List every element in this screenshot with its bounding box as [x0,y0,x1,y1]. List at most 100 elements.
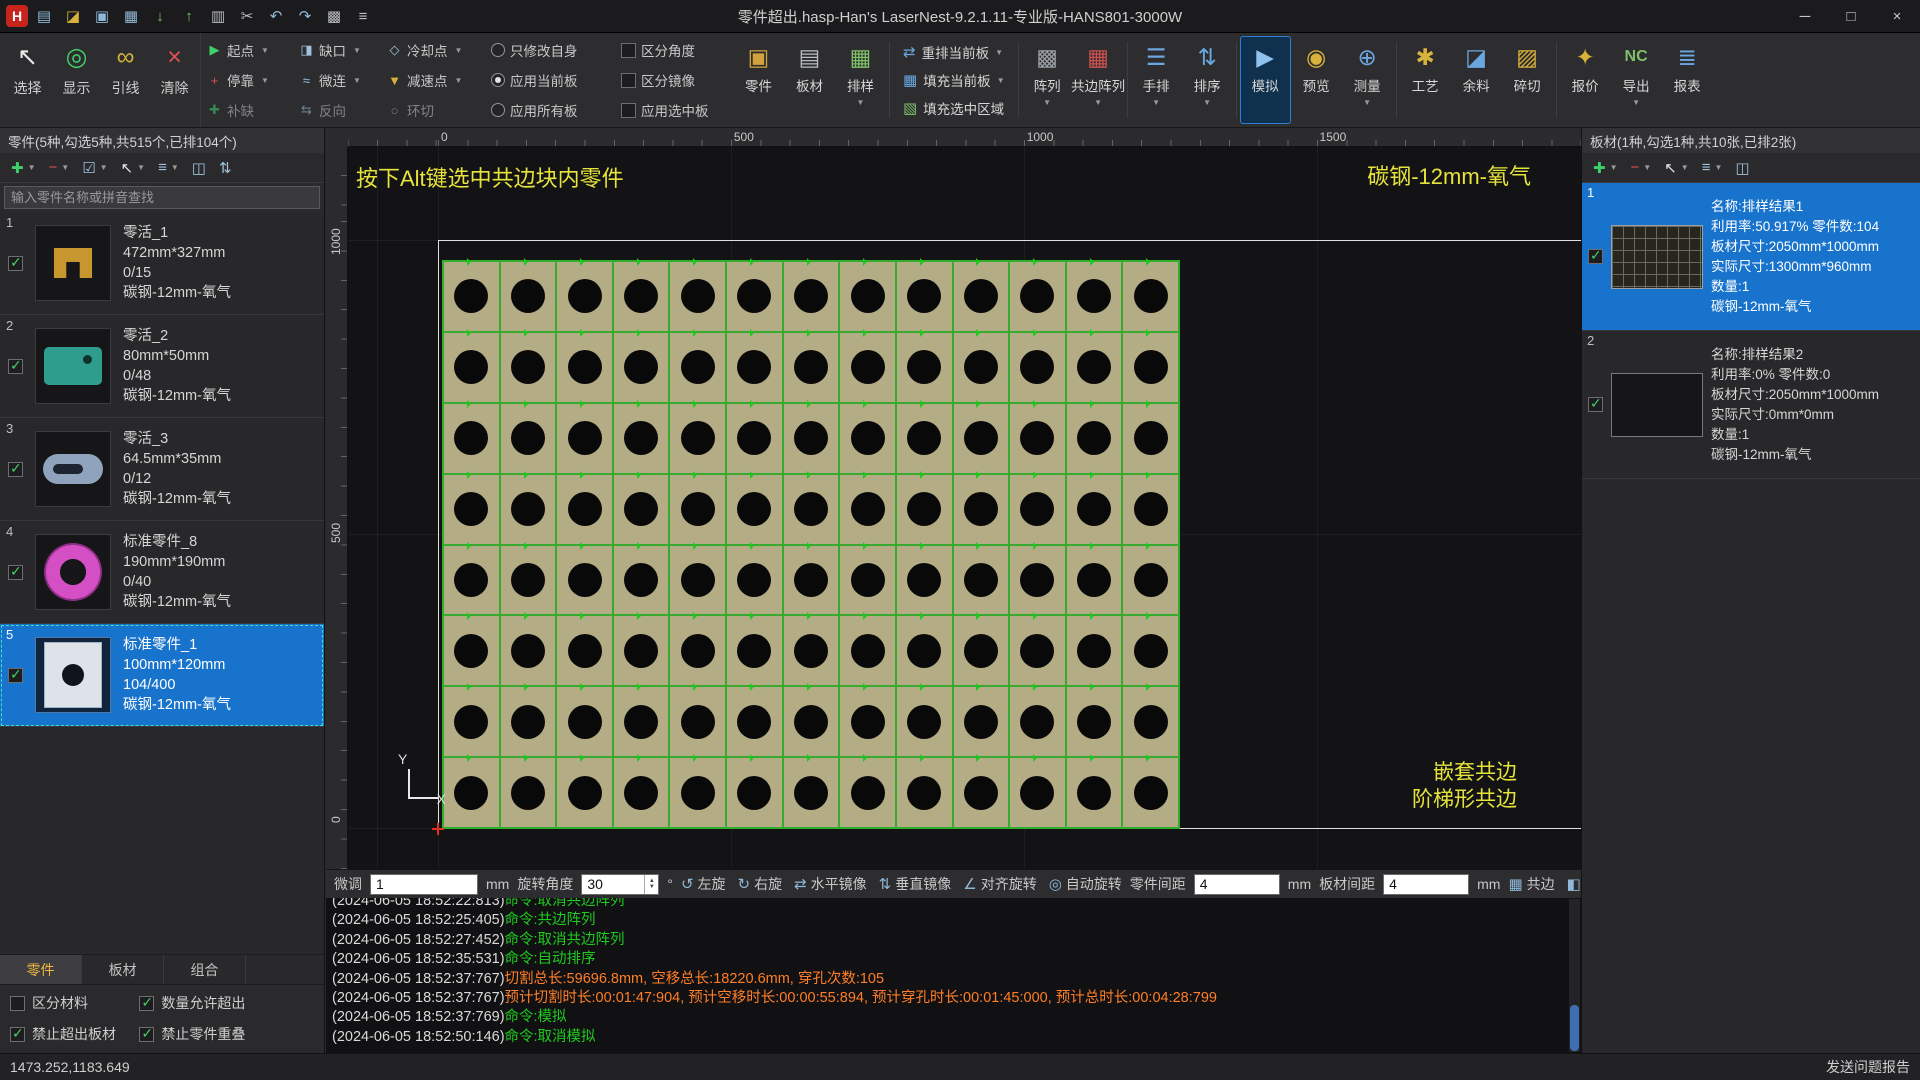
nested-part[interactable] [726,757,783,828]
nested-part[interactable] [613,474,670,545]
nested-part[interactable] [613,686,670,757]
apply-current-sheet-radio[interactable] [491,73,505,87]
save-all-icon[interactable]: ▦ [118,4,144,28]
nested-part[interactable] [613,545,670,616]
nested-part[interactable] [669,545,726,616]
allow-exceed-quantity-checkbox[interactable] [139,996,154,1011]
remnant-button[interactable]: ◪余料 [1451,36,1502,124]
nested-part[interactable] [500,474,557,545]
mirror-horizontal-button[interactable]: ⇄水平镜像 [794,874,867,894]
part-list-item[interactable]: 4标准零件_8190mm*190mm0/40碳钢-12mm-氧气 [0,521,324,624]
nested-part[interactable] [783,403,840,474]
part-list-item[interactable]: 2零活_280mm*50mm0/48碳钢-12mm-氧气 [0,315,324,418]
nested-part[interactable] [953,403,1010,474]
nested-part[interactable] [896,261,953,332]
auto-rotate-button[interactable]: ◎自动旋转 [1049,874,1122,894]
sheet-list-item[interactable]: 1名称:排样结果1利用率:50.917% 零件数:104板材尺寸:2050mm*… [1582,183,1920,331]
nested-part[interactable] [556,403,613,474]
log-scrollbar[interactable] [1569,899,1580,1052]
nested-part[interactable] [669,686,726,757]
nested-part[interactable] [839,474,896,545]
sheets-list[interactable]: 1名称:排样结果1利用率:50.917% 零件数:104板材尺寸:2050mm*… [1582,183,1920,1053]
nested-part[interactable] [613,332,670,403]
nested-part[interactable] [500,332,557,403]
log-scrollbar-thumb[interactable] [1570,1005,1579,1051]
option-distinguish-material[interactable]: 区分材料 [10,993,139,1013]
remove-part-button[interactable]: −▼ [44,157,75,178]
nested-part[interactable] [556,686,613,757]
nested-part[interactable] [1066,686,1123,757]
nested-part[interactable] [953,332,1010,403]
nested-part[interactable] [669,474,726,545]
parts-button[interactable]: ▣零件 [733,36,784,124]
nested-part[interactable] [726,474,783,545]
array-button[interactable]: ▩阵列▼ [1022,36,1073,124]
nested-part[interactable] [1009,403,1066,474]
nested-part[interactable] [443,261,500,332]
redo-icon[interactable]: ↷ [292,4,318,28]
sheets-button[interactable]: ▤板材 [784,36,835,124]
option-forbid-part-overlap[interactable]: 禁止零件重叠 [139,1024,314,1044]
cut-icon[interactable]: ✂ [234,4,260,28]
distinguish-mirror-checkbox[interactable] [621,73,636,88]
option-slow-down-point[interactable]: ▼减速点▼ [387,70,491,90]
nested-part[interactable] [669,332,726,403]
distinguish-angle-checkbox[interactable] [621,43,636,58]
nested-part[interactable] [1122,261,1179,332]
nested-part[interactable] [896,615,953,686]
sheet-checkbox[interactable] [1588,249,1603,264]
nested-part[interactable] [896,545,953,616]
part-list-item[interactable]: 1零活_1472mm*327mm0/15碳钢-12mm-氧气 [0,212,324,315]
nudge-input[interactable] [370,874,478,895]
nested-part[interactable] [1009,474,1066,545]
send-report-link[interactable]: 发送问题报告 [1826,1057,1910,1077]
nested-part[interactable] [1009,332,1066,403]
align-rotate-button[interactable]: ∠对齐旋转 [963,874,1036,894]
nested-part[interactable] [896,403,953,474]
option-distinguish-mirror[interactable]: 区分镜像 [621,70,723,90]
nested-part[interactable] [443,403,500,474]
nested-part[interactable] [669,403,726,474]
sort-button[interactable]: ⇅排序▼ [1182,36,1233,124]
option-distinguish-angle[interactable]: 区分角度 [621,40,723,60]
common-edge-button[interactable]: ▦共边 [1508,874,1554,894]
nested-part[interactable] [1122,332,1179,403]
open-file-icon[interactable]: ◪ [60,4,86,28]
nested-part[interactable] [1066,545,1123,616]
display-tool[interactable]: ◎显示 [53,36,100,125]
only-modify-self-radio[interactable] [491,43,505,57]
nested-part[interactable] [726,261,783,332]
part-list-item[interactable]: 5标准零件_1100mm*120mm104/400碳钢-12mm-氧气 [0,624,324,727]
nested-part[interactable] [783,474,840,545]
nested-part[interactable] [500,615,557,686]
lead-line-tool[interactable]: ∞引线 [102,36,149,125]
process-button[interactable]: ✱工艺 [1400,36,1451,124]
option-dock[interactable]: +停靠▼ [207,70,299,90]
option-start-point[interactable]: ▶起点▼ [207,40,299,60]
option-apply-selected-sheets[interactable]: 应用选中板 [621,100,723,120]
option-fill-gap[interactable]: ✚补缺 [207,100,299,120]
export-file-icon[interactable]: ↑ [176,4,202,28]
nested-part[interactable] [953,615,1010,686]
nested-part[interactable] [726,545,783,616]
undo-icon[interactable]: ↶ [263,4,289,28]
option-reverse[interactable]: ⇆反向 [299,100,387,120]
nested-part[interactable] [1122,686,1179,757]
nested-part[interactable] [443,615,500,686]
nested-part[interactable] [1066,757,1123,828]
nested-part[interactable] [443,332,500,403]
nested-part[interactable] [556,474,613,545]
part-checkbox[interactable] [8,668,23,683]
report-button[interactable]: ≣报表 [1662,36,1713,124]
nested-part[interactable] [726,332,783,403]
nested-part[interactable] [500,261,557,332]
nested-part[interactable] [1009,545,1066,616]
nested-part[interactable] [556,757,613,828]
nested-part[interactable] [839,403,896,474]
nested-part[interactable] [500,686,557,757]
select-tool[interactable]: ↖选择 [4,36,51,125]
nested-part[interactable] [669,757,726,828]
angle-input[interactable] [582,875,644,894]
mirror-vertical-button[interactable]: ⇅垂直镜像 [879,874,952,894]
part-checkbox[interactable] [8,565,23,580]
